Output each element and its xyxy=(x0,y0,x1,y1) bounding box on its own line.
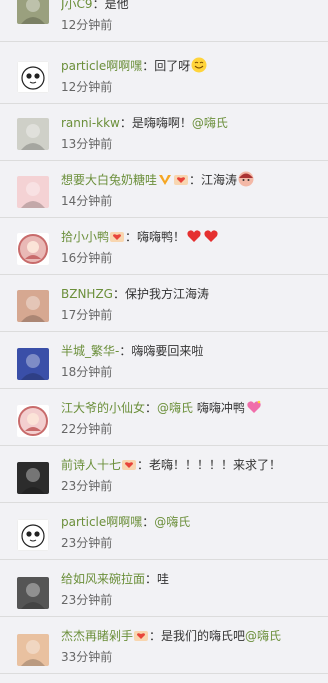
heart-sparkle-emoji-icon xyxy=(247,400,261,413)
avatar[interactable] xyxy=(17,405,49,437)
comment-line: 杰杰再睹剁手 ：是我们的嗨氏吧@嗨氏 xyxy=(61,627,322,645)
mention-link[interactable]: @嗨氏 xyxy=(157,401,193,415)
separator: ： xyxy=(137,458,150,472)
separator: ： xyxy=(119,116,132,130)
comment-row: 杰杰再睹剁手 ：是我们的嗨氏吧@嗨氏 33分钟前 xyxy=(0,617,328,674)
comment-row: 拾小小鸭 ：嗨嗨鸭！ 16分钟前 xyxy=(0,218,328,275)
username-link[interactable]: BZNHZG xyxy=(61,287,113,301)
face-emoji-icon xyxy=(238,171,254,187)
timestamp: 12分钟前 xyxy=(61,18,113,32)
avatar[interactable] xyxy=(17,577,49,609)
comment-row: BZNHZG：保护我方江海涛 17分钟前 xyxy=(0,275,328,332)
avatar[interactable] xyxy=(17,61,49,93)
separator: ： xyxy=(112,287,125,301)
timestamp: 18分钟前 xyxy=(61,365,113,379)
fan-badge-icon xyxy=(174,175,189,185)
comment-text: 是我们的嗨氏吧 xyxy=(161,629,246,643)
username-link[interactable]: 给如风来碗拉面 xyxy=(61,572,145,586)
separator: ： xyxy=(189,173,202,187)
comment-text: 嗨嗨鸭！ xyxy=(137,230,186,244)
comment-text: 老嗨！！！！！来求了！ xyxy=(149,458,282,472)
comment-row: 江大爷的小仙女：@嗨氏 嗨嗨冲鸭 22分钟前 xyxy=(0,389,328,446)
comment-row: 给如风来碗拉面：哇 23分钟前 xyxy=(0,560,328,617)
avatar[interactable] xyxy=(17,290,49,322)
v-badge-icon xyxy=(159,175,172,185)
fan-badge-icon xyxy=(134,631,149,641)
smile-emoji-icon xyxy=(191,57,207,73)
timestamp: 13分钟前 xyxy=(61,137,113,151)
username-link[interactable]: particle啊啊嘿 xyxy=(61,59,142,73)
comment-line: 前诗人十七 ：老嗨！！！！！来求了！ xyxy=(61,456,322,474)
timestamp: 16分钟前 xyxy=(61,251,113,265)
username-link[interactable]: particle啊啊嘿 xyxy=(61,515,142,529)
comment-line: 想要大白兔奶糖哇 ：江海涛 xyxy=(61,171,322,189)
timestamp: 23分钟前 xyxy=(61,536,113,550)
comment-text: 是他 xyxy=(104,0,129,11)
timestamp: 33分钟前 xyxy=(61,650,113,664)
separator: ： xyxy=(142,515,155,529)
timestamp: 22分钟前 xyxy=(61,422,113,436)
timestamp: 17分钟前 xyxy=(61,308,113,322)
avatar[interactable] xyxy=(17,348,49,380)
separator: ： xyxy=(142,59,155,73)
comment-text: 江海涛 xyxy=(201,173,238,187)
timestamp: 14分钟前 xyxy=(61,194,113,208)
separator: ： xyxy=(119,344,132,358)
separator: ： xyxy=(145,572,158,586)
timestamp: 12分钟前 xyxy=(61,80,113,94)
timestamp: 23分钟前 xyxy=(61,593,113,607)
username-link[interactable]: 江大爷的小仙女 xyxy=(61,401,145,415)
avatar[interactable] xyxy=(17,634,49,666)
username-link[interactable]: J小C9 xyxy=(61,0,93,11)
avatar[interactable] xyxy=(17,176,49,208)
comment-text: 是嗨嗨啊！ xyxy=(131,116,192,130)
separator: ： xyxy=(125,230,138,244)
comment-row: particle啊啊嘿：@嗨氏 23分钟前 xyxy=(0,503,328,560)
timestamp: 23分钟前 xyxy=(61,479,113,493)
comment-line: 半城_繁华-：嗨嗨要回来啦 xyxy=(61,342,322,360)
avatar[interactable] xyxy=(17,233,49,265)
username-link[interactable]: 杰杰再睹剁手 xyxy=(61,629,133,643)
comment-text: 哇 xyxy=(157,572,170,586)
fan-badge-icon xyxy=(110,232,125,242)
comment-text: 嗨嗨要回来啦 xyxy=(131,344,204,358)
comment-row: J小C9：是他 12分钟前 xyxy=(0,0,328,42)
avatar[interactable] xyxy=(17,0,49,24)
heart-emoji-icon xyxy=(187,230,201,242)
comment-row: 半城_繁华-：嗨嗨要回来啦 18分钟前 xyxy=(0,332,328,389)
username-link[interactable]: 想要大白兔奶糖哇 xyxy=(61,173,157,187)
avatar[interactable] xyxy=(17,118,49,150)
comment-row: ranni-kkw：是嗨嗨啊！@嗨氏 13分钟前 xyxy=(0,104,328,161)
separator: ： xyxy=(145,401,158,415)
comment-line: 拾小小鸭 ：嗨嗨鸭！ xyxy=(61,228,322,246)
comment-line: ranni-kkw：是嗨嗨啊！@嗨氏 xyxy=(61,114,322,132)
comment-row: 前诗人十七 ：老嗨！！！！！来求了！ 23分钟前 xyxy=(0,446,328,503)
comment-row: 想要大白兔奶糖哇 ：江海涛 14分钟前 xyxy=(0,161,328,218)
mention-link[interactable]: @嗨氏 xyxy=(154,515,190,529)
comment-row: particle啊啊嘿：回了呀 12分钟前 xyxy=(0,47,328,104)
comment-text: 嗨嗨冲鸭 xyxy=(196,401,245,415)
comment-text: 保护我方江海涛 xyxy=(125,287,210,301)
username-link[interactable]: ranni-kkw xyxy=(61,116,120,130)
comment-text: 回了呀 xyxy=(154,59,191,73)
mention-link[interactable]: @嗨氏 xyxy=(245,629,281,643)
mention-link[interactable]: @嗨氏 xyxy=(192,116,228,130)
username-link[interactable]: 前诗人十七 xyxy=(61,458,121,472)
comment-line: BZNHZG：保护我方江海涛 xyxy=(61,285,322,303)
avatar[interactable] xyxy=(17,462,49,494)
comment-line: J小C9：是他 xyxy=(61,0,322,13)
username-link[interactable]: 拾小小鸭 xyxy=(61,230,109,244)
comment-line: 江大爷的小仙女：@嗨氏 嗨嗨冲鸭 xyxy=(61,399,322,417)
separator: ： xyxy=(149,629,162,643)
fan-badge-icon xyxy=(122,460,137,470)
username-link[interactable]: 半城_繁华- xyxy=(61,344,119,358)
comment-line: particle啊啊嘿：回了呀 xyxy=(61,57,322,75)
separator: ： xyxy=(92,0,105,11)
avatar[interactable] xyxy=(17,519,49,551)
comment-line: particle啊啊嘿：@嗨氏 xyxy=(61,513,322,531)
heart-emoji-icon xyxy=(204,230,218,242)
comment-line: 给如风来碗拉面：哇 xyxy=(61,570,322,588)
